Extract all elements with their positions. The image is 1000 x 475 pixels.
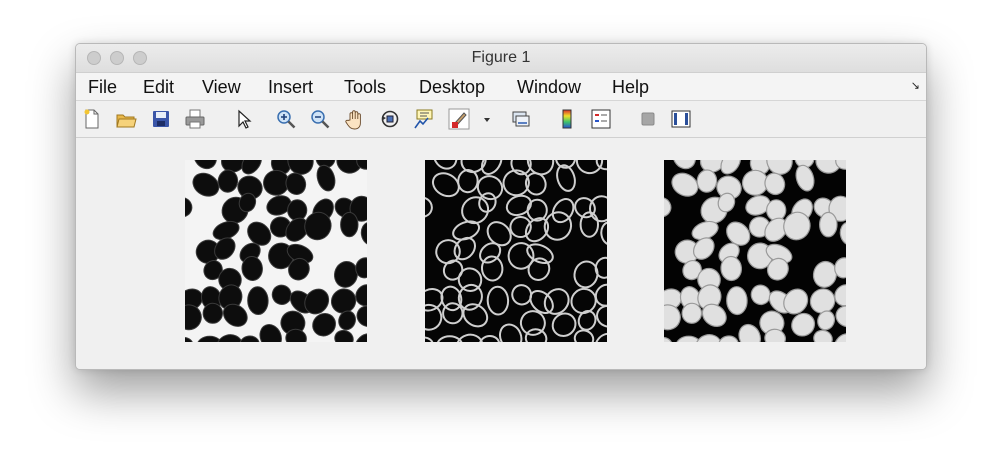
menu-bar: File Edit View Insert Tools Desktop Wind… xyxy=(76,73,926,101)
link-plot-icon[interactable] xyxy=(510,108,532,130)
menu-tools[interactable]: Tools xyxy=(344,77,386,98)
figure-canvas xyxy=(76,138,926,369)
menu-desktop[interactable]: Desktop xyxy=(419,77,485,98)
print-icon[interactable] xyxy=(184,108,206,130)
zoom-out-icon[interactable] xyxy=(309,108,331,130)
figure-toolbar xyxy=(76,101,926,138)
figure-window: Figure 1 File Edit View Insert Tools Des… xyxy=(75,43,927,370)
brush-icon[interactable] xyxy=(448,108,470,130)
edge-background xyxy=(425,160,607,342)
pan-hand-icon[interactable] xyxy=(344,108,366,130)
filled-cell xyxy=(726,286,748,316)
menu-help[interactable]: Help xyxy=(612,77,649,98)
menu-edit[interactable]: Edit xyxy=(143,77,174,98)
pointer-icon[interactable] xyxy=(232,108,254,130)
filled-cell xyxy=(819,211,838,238)
filled-cell xyxy=(765,199,787,222)
legend-icon[interactable] xyxy=(590,108,612,130)
show-plot-tools-icon[interactable] xyxy=(670,108,692,130)
zoom-in-icon[interactable] xyxy=(275,108,297,130)
menu-view[interactable]: View xyxy=(202,77,241,98)
window-title: Figure 1 xyxy=(471,49,531,66)
new-figure-icon[interactable] xyxy=(81,108,103,130)
open-file-icon[interactable] xyxy=(115,108,137,130)
colorbar-icon[interactable] xyxy=(556,108,578,130)
menu-window[interactable]: Window xyxy=(517,77,581,98)
rotate-3d-icon[interactable] xyxy=(379,108,401,130)
save-icon[interactable] xyxy=(150,108,172,130)
inverted-cell xyxy=(287,199,308,222)
hide-plot-tools-icon[interactable] xyxy=(637,108,659,130)
dropdown-arrow-icon[interactable] xyxy=(476,108,490,130)
axes-right-filled-cells[interactable] xyxy=(664,160,846,342)
axes-left-inverted-cells[interactable] xyxy=(185,160,367,342)
axes-middle-edge-cells[interactable] xyxy=(425,160,607,342)
inverted-cell xyxy=(247,286,269,315)
menu-insert[interactable]: Insert xyxy=(268,77,313,98)
filled-cell xyxy=(681,302,703,324)
inverted-cell xyxy=(340,211,359,238)
title-bar[interactable]: Figure 1 xyxy=(76,44,926,73)
dock-arrow-icon[interactable]: ↘ xyxy=(911,79,920,92)
menu-file[interactable]: File xyxy=(88,77,117,98)
data-cursor-icon[interactable] xyxy=(413,108,435,130)
